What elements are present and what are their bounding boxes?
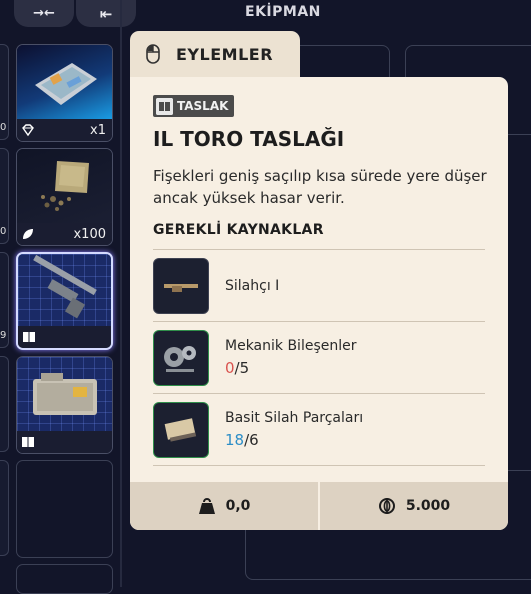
actions-tab-label: EYLEMLER (176, 44, 274, 64)
weight-stat: 0,0 (130, 482, 318, 530)
requirement-name: Mekanik Bileşenler (225, 338, 357, 354)
inventory-slot-empty[interactable] (16, 460, 113, 558)
partial-slot[interactable]: 9 (0, 252, 9, 348)
crate-image (17, 357, 112, 433)
seed-pack-image (17, 149, 112, 225)
item-stats-bar: 0,0 5.000 (130, 482, 508, 530)
requirement-count: 0/5 (225, 359, 249, 377)
rifle-icon (153, 258, 209, 314)
requirement-row: Mekanik Bileşenler 0/5 (153, 330, 485, 386)
requirement-row: Silahçı I (153, 258, 485, 314)
mouse-icon (146, 44, 160, 64)
badge-label: TASLAK (177, 99, 229, 113)
inventory-slot-seed-pack[interactable]: x100 (16, 148, 113, 246)
requirement-have: 0 (225, 359, 235, 377)
price-value: 5.000 (405, 498, 451, 514)
map-pack-image (17, 45, 112, 121)
gears-icon (153, 330, 209, 386)
inventory-slot-map-pack[interactable]: x1 (16, 44, 113, 142)
partial-slot[interactable] (0, 356, 9, 452)
diamond-icon (22, 124, 34, 137)
collapse-arrows-icon: →← (33, 6, 55, 21)
dock-button[interactable]: ⇤ (76, 0, 136, 27)
slot-quantity: x100 (73, 226, 106, 242)
leaf-icon (23, 229, 33, 239)
requirement-need: 5 (239, 359, 250, 377)
requirement-name: Silahçı I (225, 278, 280, 294)
actions-tab[interactable]: EYLEMLER (130, 31, 300, 77)
partial-slot[interactable]: 0 (0, 44, 9, 140)
price-stat: 5.000 (320, 482, 508, 530)
partial-slot-count: 0 (0, 122, 7, 133)
item-tooltip: TASLAK IL TORO TASLAĞI Fişekleri geniş s… (130, 77, 508, 530)
partial-slot[interactable]: 0 (0, 148, 9, 244)
inventory-slot-empty[interactable] (16, 564, 113, 594)
item-title: IL TORO TASLAĞI (153, 127, 345, 151)
collapse-button[interactable]: →← (14, 0, 74, 27)
partial-slot[interactable] (0, 460, 9, 556)
requirement-name: Basit Silah Parçaları (225, 410, 364, 426)
dock-left-icon: ⇤ (99, 4, 113, 23)
requirements-heading: GEREKLİ KAYNAKLAR (153, 222, 324, 238)
requirement-row: Basit Silah Parçaları 18/6 (153, 402, 485, 458)
divider (153, 321, 485, 322)
slot-quantity: x1 (90, 122, 106, 138)
column-divider (120, 0, 122, 587)
inventory-slot-il-toro-blueprint[interactable] (16, 252, 113, 350)
section-title: EKİPMAN (245, 4, 321, 20)
requirement-have: 18 (225, 431, 245, 449)
weight-icon (198, 498, 215, 514)
partial-slot-count: 9 (0, 330, 7, 341)
divider (153, 393, 485, 394)
partial-slot-count: 0 (0, 226, 7, 237)
item-description: Fişekleri geniş saçılıp kısa sürede yere… (153, 167, 487, 207)
weapon-parts-icon (153, 402, 209, 458)
requirement-need: 6 (249, 431, 259, 449)
book-icon (22, 437, 34, 447)
weight-value: 0,0 (225, 498, 251, 514)
book-icon (23, 332, 35, 342)
divider (153, 465, 485, 466)
blueprint-badge: TASLAK (153, 95, 235, 117)
blueprint-image (18, 254, 111, 330)
requirement-count: 18/6 (225, 431, 259, 449)
inventory-slot-equipment-crate[interactable] (16, 356, 113, 454)
book-icon (156, 97, 173, 115)
divider (153, 249, 485, 250)
coin-icon (378, 498, 395, 514)
